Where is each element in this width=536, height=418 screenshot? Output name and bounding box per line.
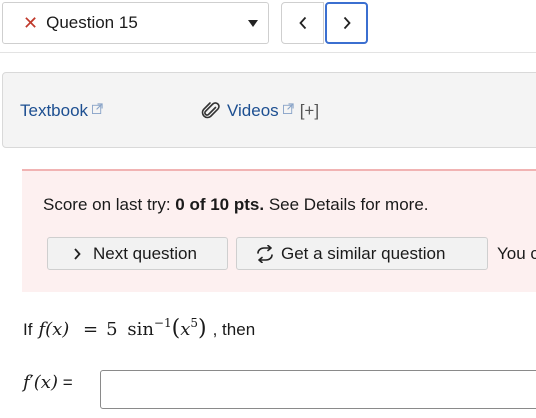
formula-exponent: −1 (153, 316, 172, 330)
formula-function: sin (127, 319, 154, 340)
score-panel: Score on last try: 0 of 10 pts. See Deta… (22, 169, 536, 292)
similar-question-label: Get a similar question (281, 243, 446, 263)
answer-input[interactable] (100, 370, 536, 409)
formula-coefficient: 5 (106, 319, 118, 340)
videos-link[interactable]: Videos [+] (201, 101, 319, 121)
answer-label-arg: (x) (33, 372, 58, 393)
textbook-link[interactable]: Textbook (20, 101, 103, 121)
videos-link-label: Videos (227, 101, 279, 120)
divider (0, 52, 536, 53)
question-formula: f(x) = 5 sin−1(x5) (38, 316, 207, 341)
next-question-button[interactable]: Next question (47, 237, 228, 270)
similar-question-button[interactable]: Get a similar question (236, 237, 488, 270)
resources-bar: Textbook Videos [+] (2, 72, 536, 148)
chevron-down-icon (248, 20, 258, 27)
previous-question-button[interactable] (281, 2, 324, 44)
question-intro: If (23, 320, 33, 339)
x-icon: ✕ (23, 13, 39, 33)
chevron-right-icon (74, 247, 81, 260)
refresh-arrows-icon (257, 244, 273, 263)
formula-arg-exponent: 5 (190, 316, 199, 330)
score-value: 0 of 10 pts. (175, 195, 265, 214)
formula-argument: x (180, 319, 191, 340)
score-summary: Score on last try: 0 of 10 pts. See Deta… (43, 195, 429, 215)
answer-label: f′(x) = (23, 372, 73, 393)
next-question-nav-button[interactable] (325, 2, 368, 44)
chevron-left-icon (298, 16, 306, 30)
chevron-right-icon (343, 16, 351, 30)
question-then: , then (212, 320, 256, 339)
next-question-label: Next question (93, 243, 197, 263)
formula-fx: f(x) (38, 319, 70, 340)
score-suffix: See Details for more. (264, 195, 429, 214)
paperclip-icon (201, 102, 220, 119)
question-text: If f(x) = 5 sin−1(x5) , then (23, 316, 255, 341)
answer-label-equals: = (57, 373, 73, 392)
answer-row: f′(x) = (23, 370, 536, 409)
formula-equals: = (83, 319, 99, 340)
question-select[interactable]: ✕ Question 15 (2, 2, 269, 44)
truncated-text: You c (497, 244, 536, 263)
external-link-icon (92, 102, 103, 114)
score-prefix: Score on last try: (43, 195, 176, 214)
external-link-icon (282, 102, 294, 114)
question-select-label: Question 15 (46, 13, 138, 32)
answer-label-fn: f (23, 372, 30, 393)
expand-videos-toggle[interactable]: [+] (300, 101, 319, 121)
textbook-link-label: Textbook (20, 101, 89, 120)
